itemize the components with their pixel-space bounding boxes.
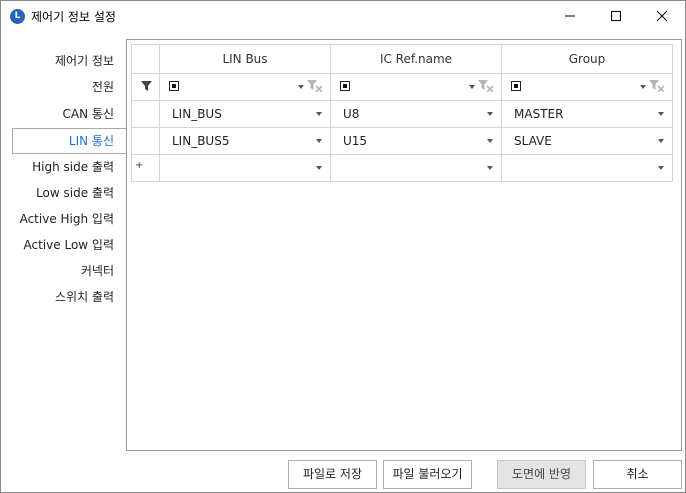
dialog-window: L 제어기 정보 설정 제어기 정보 전원 CAN 통신 LIN 통신 High…	[0, 0, 686, 493]
load-file-button[interactable]: 파일 불러오기	[383, 460, 472, 489]
lin-settings-panel: LIN Bus IC Ref.name Group LIN_BUS U8 MAS…	[126, 39, 682, 451]
close-icon	[656, 10, 668, 22]
cell-lin-bus[interactable]: LIN_BUS5	[160, 128, 330, 154]
cell-text: U15	[343, 134, 368, 148]
column-header-ic-ref[interactable]: IC Ref.name	[330, 44, 502, 74]
window-title: 제어기 정보 설정	[31, 10, 116, 24]
new-row[interactable]: +	[131, 154, 673, 182]
cell-group[interactable]: MASTER	[502, 101, 672, 127]
clear-filter-icon[interactable]	[649, 80, 665, 92]
nav-item-high-side[interactable]: High side 출력	[32, 155, 114, 179]
nav-item-active-high[interactable]: Active High 입력	[20, 207, 114, 231]
filter-cell-group[interactable]	[502, 74, 672, 100]
cell-ic-ref[interactable]: U15	[331, 128, 501, 154]
apply-to-drawing-button[interactable]: 도면에 반영	[497, 460, 586, 489]
dropdown-arrow-icon[interactable]	[487, 112, 493, 116]
dropdown-arrow-icon[interactable]	[469, 85, 475, 89]
clear-filter-icon[interactable]	[307, 80, 323, 92]
filter-icon	[141, 81, 152, 91]
dropdown-arrow-icon[interactable]	[316, 112, 322, 116]
dropdown-arrow-icon[interactable]	[658, 139, 664, 143]
filter-cell-lin-bus[interactable]	[160, 74, 330, 100]
lin-grid: LIN Bus IC Ref.name Group LIN_BUS U8 MAS…	[131, 44, 673, 182]
cell-lin-bus[interactable]: LIN_BUS	[160, 101, 330, 127]
minimize-button[interactable]	[547, 1, 593, 31]
minimize-icon	[565, 15, 575, 17]
maximize-icon	[611, 11, 621, 21]
nav-item-controller-info[interactable]: 제어기 정보	[55, 49, 114, 73]
row-indicator-header	[131, 44, 160, 74]
title-bar[interactable]: L 제어기 정보 설정	[1, 1, 685, 31]
nav-item-can[interactable]: CAN 통신	[63, 102, 114, 126]
filter-operator-box[interactable]	[169, 81, 179, 91]
new-cell-lin-bus[interactable]	[160, 155, 330, 181]
dropdown-arrow-icon[interactable]	[658, 166, 664, 170]
dropdown-arrow-icon[interactable]	[298, 85, 304, 89]
cell-ic-ref[interactable]: U8	[331, 101, 501, 127]
row-indicator[interactable]	[131, 100, 160, 128]
app-logo-icon: L	[10, 9, 25, 24]
cell-text: MASTER	[514, 107, 564, 121]
table-row[interactable]: LIN_BUS5 U15 SLAVE	[131, 127, 673, 155]
add-row-marker[interactable]: +	[135, 160, 143, 171]
save-to-file-button[interactable]: 파일로 저장	[288, 460, 377, 489]
dropdown-arrow-icon[interactable]	[487, 166, 493, 170]
nav-item-power[interactable]: 전원	[92, 75, 114, 99]
cell-text: LIN_BUS5	[172, 134, 230, 148]
filter-cell-ic-ref[interactable]	[331, 74, 501, 100]
dropdown-arrow-icon[interactable]	[658, 112, 664, 116]
filter-operator-box[interactable]	[340, 81, 350, 91]
column-header-group[interactable]: Group	[501, 44, 673, 74]
dropdown-arrow-icon[interactable]	[316, 166, 322, 170]
new-cell-ic-ref[interactable]	[331, 155, 501, 181]
nav-item-switch-output[interactable]: 스위치 출력	[55, 285, 114, 309]
cell-text: LIN_BUS	[172, 107, 222, 121]
table-row[interactable]: LIN_BUS U8 MASTER	[131, 100, 673, 128]
cell-text: U8	[343, 107, 360, 121]
dropdown-arrow-icon[interactable]	[316, 139, 322, 143]
filter-operator-box[interactable]	[511, 81, 521, 91]
clear-filter-icon[interactable]	[478, 80, 494, 92]
nav-item-low-side[interactable]: Low side 출력	[36, 181, 114, 205]
cell-group[interactable]: SLAVE	[502, 128, 672, 154]
maximize-button[interactable]	[593, 1, 639, 31]
column-header-lin-bus[interactable]: LIN Bus	[159, 44, 331, 74]
filter-row	[131, 73, 673, 101]
nav-item-lin[interactable]: LIN 통신	[12, 128, 126, 154]
row-indicator[interactable]	[131, 127, 160, 155]
nav-item-connector[interactable]: 커넥터	[81, 259, 114, 283]
nav-item-active-low[interactable]: Active Low 입력	[24, 233, 114, 257]
cancel-button[interactable]: 취소	[593, 460, 682, 489]
close-button[interactable]	[639, 1, 685, 31]
grid-header-row: LIN Bus IC Ref.name Group	[131, 44, 673, 74]
dropdown-arrow-icon[interactable]	[640, 85, 646, 89]
dropdown-arrow-icon[interactable]	[487, 139, 493, 143]
new-cell-group[interactable]	[502, 155, 672, 181]
cell-text: SLAVE	[514, 134, 552, 148]
